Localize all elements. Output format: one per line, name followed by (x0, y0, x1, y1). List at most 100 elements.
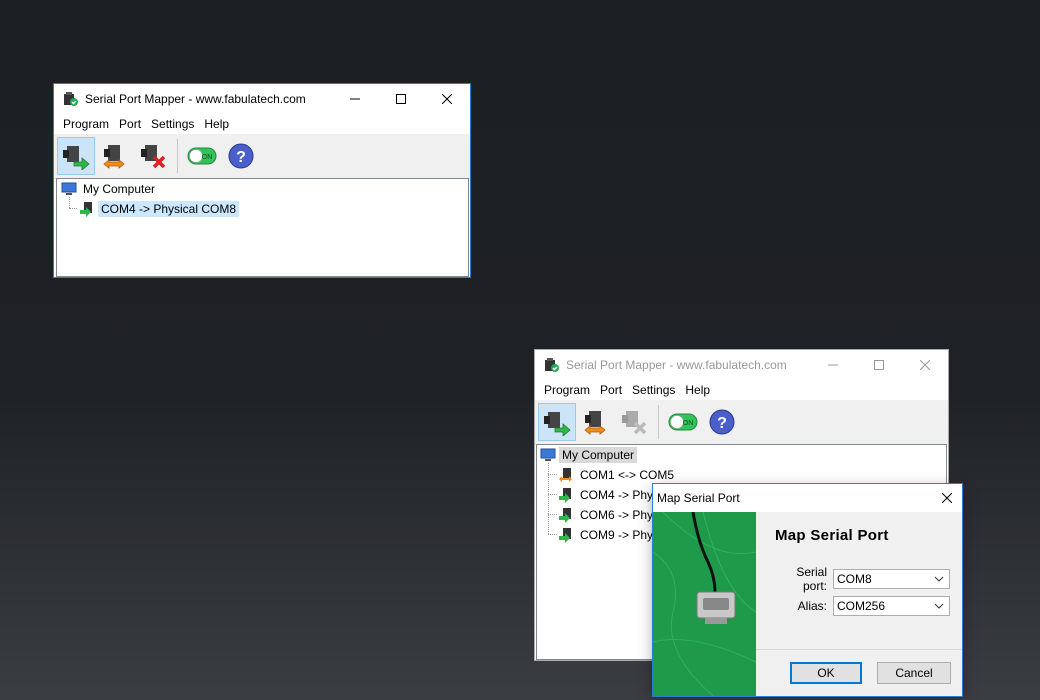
add-mapping-icon (63, 146, 90, 170)
serial-port-value: COM8 (837, 572, 872, 586)
maximize-button[interactable] (378, 84, 424, 114)
toggle-on-icon: ON (187, 147, 217, 165)
minimize-button[interactable] (332, 84, 378, 114)
menu-port[interactable]: Port (595, 383, 627, 397)
chevron-down-icon (934, 603, 944, 609)
tree-item[interactable]: COM4 -> Physical COM8 (79, 200, 240, 218)
add-mapping-button[interactable] (57, 137, 95, 175)
title-bar[interactable]: Serial Port Mapper - www.fabulatech.com (535, 350, 948, 380)
port-pair-icon (559, 468, 572, 482)
help-icon: ? (228, 143, 254, 169)
tree-connector (548, 474, 557, 475)
tree-connector (548, 494, 557, 495)
help-glyph: ? (236, 149, 246, 166)
maximize-button[interactable] (856, 350, 902, 380)
serial-port-label: Serial port: (796, 565, 827, 593)
toolbar: ON ? (535, 400, 948, 445)
map-serial-port-dialog: Map Serial Port Map Serial Port Serial p… (653, 484, 962, 696)
toggle-on-button[interactable]: ON (664, 403, 702, 441)
menu-program[interactable]: Program (58, 117, 114, 131)
help-glyph: ? (717, 415, 727, 432)
mapped-port-icon (80, 202, 92, 217)
tree-root-label: My Computer (559, 447, 638, 463)
mapped-port-icon (559, 488, 571, 503)
tree-connector (69, 208, 77, 209)
add-pair-button[interactable] (96, 137, 134, 175)
minimize-button[interactable] (810, 350, 856, 380)
toggle-on-button[interactable]: ON (183, 137, 221, 175)
toggle-label: ON (202, 154, 213, 161)
mapped-port-icon (559, 528, 571, 543)
toggle-on-icon: ON (668, 413, 698, 431)
tree-connector (548, 514, 557, 515)
alias-value: COM256 (837, 599, 886, 613)
tree-root-label: My Computer (83, 182, 156, 196)
port-tree[interactable]: My Computer COM4 -> Physical COM8 (56, 178, 469, 277)
window-title: Serial Port Mapper - www.fabulatech.com (566, 358, 787, 372)
add-pair-icon (584, 411, 606, 435)
window-title: Serial Port Mapper - www.fabulatech.com (85, 92, 306, 106)
menu-settings[interactable]: Settings (146, 117, 199, 131)
minimize-icon (350, 98, 360, 100)
tree-item-label: COM1 <-> COM5 (580, 468, 675, 482)
alias-select[interactable]: COM256 (833, 596, 950, 616)
dialog-heading: Map Serial Port (775, 527, 889, 544)
serial-cable-image (653, 512, 756, 696)
add-pair-button[interactable] (577, 403, 615, 441)
toolbar-separator (177, 139, 178, 173)
menu-port[interactable]: Port (114, 117, 146, 131)
remove-mapping-button[interactable] (135, 137, 173, 175)
serial-port-row: Serial port: COM8 (771, 565, 950, 593)
cancel-button[interactable]: Cancel (877, 662, 951, 684)
dialog-divider (756, 649, 962, 650)
add-mapping-button[interactable] (538, 403, 576, 441)
mapped-port-icon (559, 508, 571, 523)
main-window-1: Serial Port Mapper - www.fabulatech.com … (54, 84, 470, 277)
app-icon (545, 358, 559, 372)
minimize-icon (828, 364, 838, 366)
dialog-title-bar[interactable]: Map Serial Port (653, 484, 962, 512)
help-icon: ? (709, 409, 735, 435)
menu-help[interactable]: Help (680, 383, 715, 397)
menu-settings[interactable]: Settings (627, 383, 680, 397)
menu-bar: Program Port Settings Help (54, 114, 470, 134)
menu-help[interactable]: Help (199, 117, 234, 131)
toolbar: ON ? (54, 134, 470, 179)
dialog-close-button[interactable] (932, 484, 962, 512)
add-pair-icon (103, 145, 125, 169)
close-icon (920, 360, 930, 370)
chevron-down-icon (934, 576, 944, 582)
close-button[interactable] (902, 350, 948, 380)
tree-root-my-computer[interactable]: My Computer (540, 446, 638, 464)
alias-row: Alias: COM256 (771, 596, 950, 616)
help-button[interactable]: ? (703, 403, 741, 441)
remove-mapping-icon (622, 411, 647, 435)
menu-program[interactable]: Program (539, 383, 595, 397)
computer-icon (61, 182, 77, 195)
menu-bar: Program Port Settings Help (535, 380, 948, 400)
remove-mapping-icon (141, 145, 166, 169)
serial-port-select[interactable]: COM8 (833, 569, 950, 589)
ok-button[interactable]: OK (790, 662, 862, 684)
tree-connector (548, 534, 557, 535)
tree-root-my-computer[interactable]: My Computer (61, 180, 158, 198)
tree-item-label: COM4 -> Physical COM8 (98, 201, 240, 217)
close-icon (942, 493, 952, 503)
maximize-icon (874, 360, 884, 370)
remove-mapping-button[interactable] (616, 403, 654, 441)
add-mapping-icon (544, 412, 571, 436)
toggle-label: ON (683, 420, 694, 427)
computer-icon (540, 448, 556, 461)
dialog-title: Map Serial Port (657, 491, 740, 505)
maximize-icon (396, 94, 406, 104)
close-icon (442, 94, 452, 104)
app-icon (64, 92, 78, 106)
alias-label: Alias: (797, 599, 827, 613)
tree-item[interactable]: COM1 <-> COM5 (558, 466, 677, 484)
help-button[interactable]: ? (222, 137, 260, 175)
dialog-side-image (653, 512, 756, 696)
title-bar[interactable]: Serial Port Mapper - www.fabulatech.com (54, 84, 470, 114)
close-button[interactable] (424, 84, 470, 114)
tree-connector (69, 197, 70, 208)
toolbar-separator (658, 405, 659, 439)
